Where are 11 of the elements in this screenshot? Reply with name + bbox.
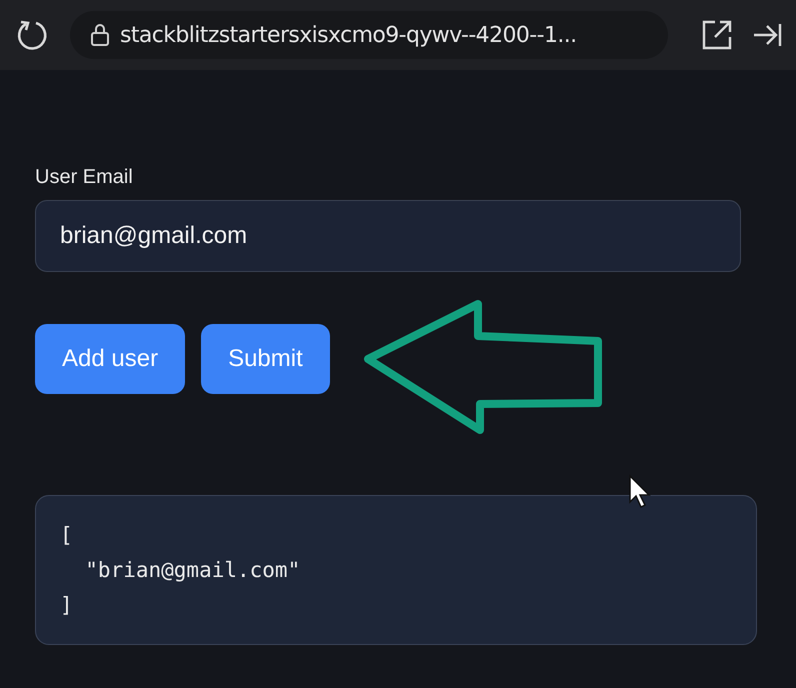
submit-button[interactable]: Submit (201, 324, 330, 394)
sidebar-toggle-icon[interactable] (752, 23, 782, 47)
json-output: [ "brian@gmail.com" ] (60, 522, 300, 619)
url-text: stackblitzstartersxisxcmo9-qywv--4200--1... (120, 22, 577, 48)
cursor-icon (628, 474, 652, 510)
add-user-button[interactable]: Add user (35, 324, 186, 394)
email-input[interactable]: brian@gmail.com (35, 200, 741, 272)
open-external-icon[interactable] (702, 20, 732, 50)
lock-icon (90, 23, 110, 47)
field-label: User Email (35, 166, 133, 188)
address-bar[interactable]: stackblitzstartersxisxcmo9-qywv--4200--1... (70, 11, 668, 59)
